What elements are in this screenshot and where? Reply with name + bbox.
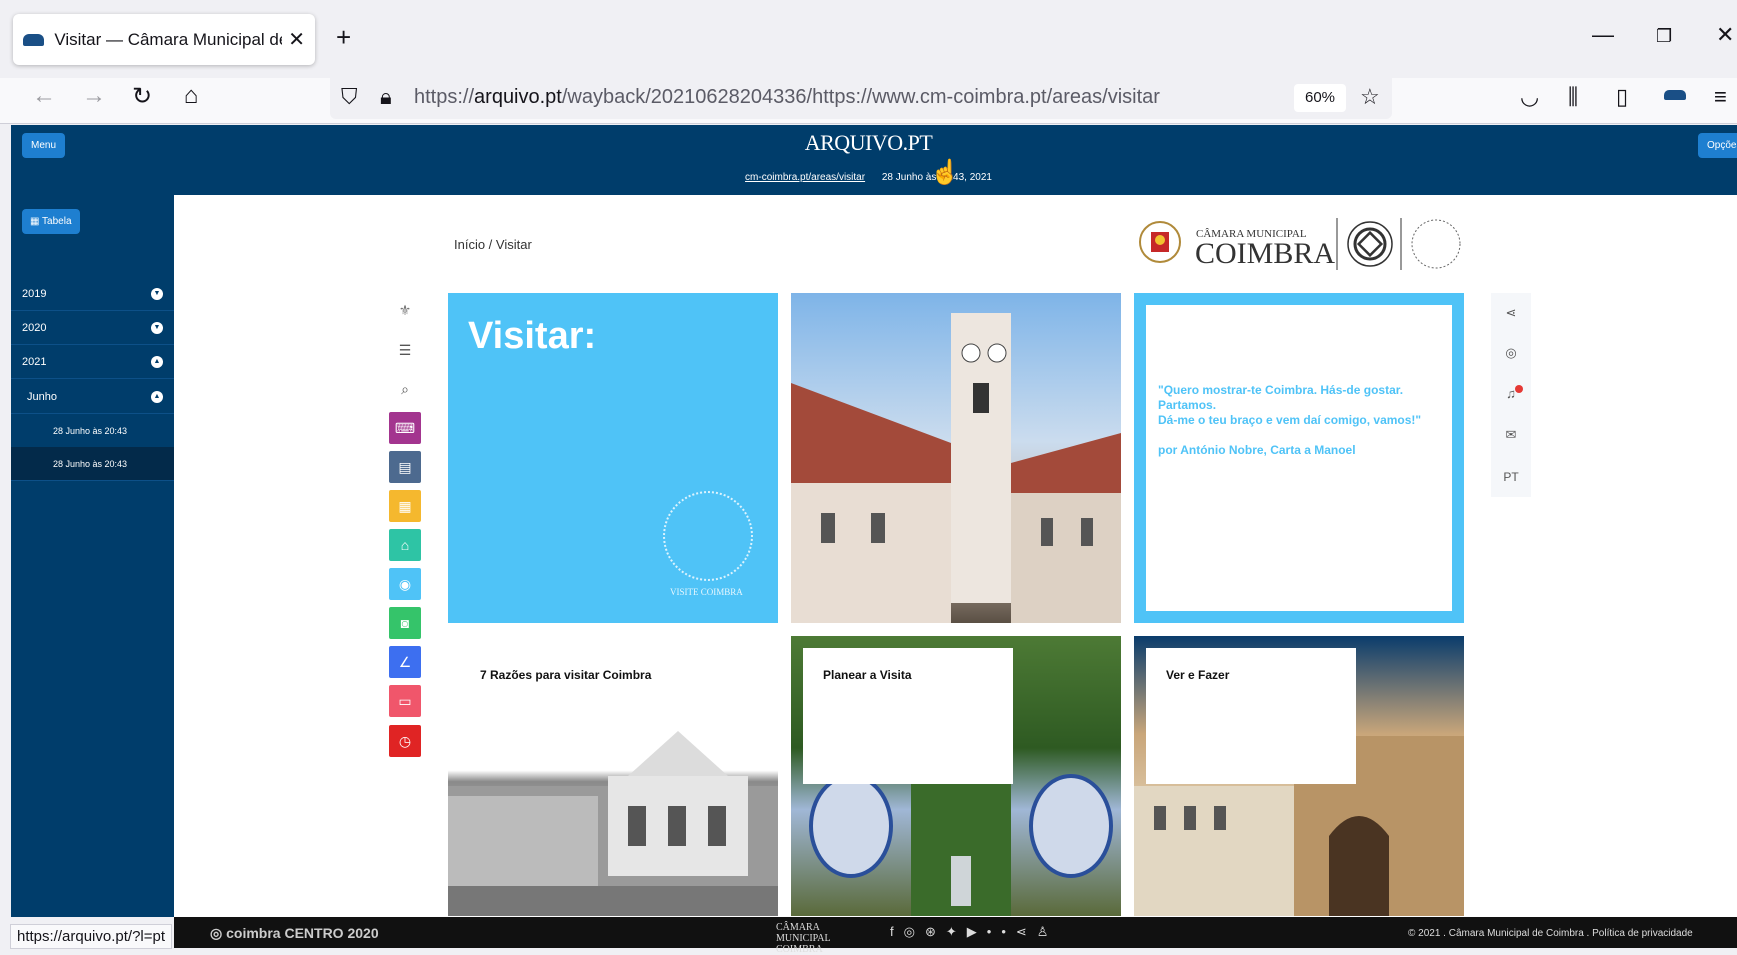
location-icon[interactable]: ◎ bbox=[904, 924, 925, 939]
home-icon[interactable]: ⌂ bbox=[175, 82, 207, 110]
bookmark-star-icon[interactable]: ☆ bbox=[1360, 84, 1380, 110]
logo-big-text: COIMBRA bbox=[1195, 237, 1335, 270]
notification-badge bbox=[1515, 385, 1523, 393]
quote-box: "Quero mostrar-te Coimbra. Hás-de gostar… bbox=[1146, 305, 1452, 611]
year-label: 2020 bbox=[22, 322, 47, 334]
chevron-down-icon: ▼ bbox=[151, 288, 163, 300]
facebook-icon[interactable]: f bbox=[890, 924, 904, 939]
house-icon[interactable]: ⌂ bbox=[389, 529, 421, 561]
location-pin-icon[interactable]: ◎ bbox=[1491, 345, 1531, 361]
reload-icon[interactable]: ↻ bbox=[126, 82, 158, 111]
card-title[interactable]: Ver e Fazer bbox=[1146, 648, 1356, 784]
sidebar-icon[interactable]: ▯ bbox=[1616, 84, 1628, 110]
year-label: 2019 bbox=[22, 288, 47, 300]
hamburger-icon[interactable]: ☰ bbox=[389, 334, 421, 366]
share-icon[interactable]: ⋖ bbox=[1016, 924, 1037, 939]
tab-close-icon[interactable]: ✕ bbox=[288, 27, 305, 52]
year-label: 2021 bbox=[22, 356, 47, 368]
flickr-icon[interactable]: ⊛ bbox=[925, 924, 946, 939]
quote-line: "Quero mostrar-te Coimbra. Hás-de gostar… bbox=[1158, 383, 1404, 397]
library-icon[interactable]: ⫼ bbox=[1568, 84, 1578, 110]
bus-icon[interactable]: ◙ bbox=[389, 607, 421, 639]
breadcrumb[interactable]: Início / Visitar bbox=[454, 237, 532, 252]
status-bar-url: https://arquivo.pt/?l=pt bbox=[10, 924, 173, 949]
mail-icon[interactable]: ✉ bbox=[1491, 427, 1531, 443]
restore-icon[interactable]: ❐ bbox=[1656, 26, 1672, 47]
university-tower-image bbox=[791, 293, 1121, 623]
calendar-icon[interactable]: ▦ bbox=[389, 490, 421, 522]
see-and-do-tile[interactable]: Ver e Fazer bbox=[1134, 636, 1464, 916]
extension-icon[interactable] bbox=[1664, 90, 1686, 100]
chevron-up-icon: ▲ bbox=[151, 356, 163, 368]
plan-visit-tile[interactable]: Planear a Visita bbox=[791, 636, 1121, 916]
card-title[interactable]: 7 Razões para visitar Coimbra bbox=[448, 636, 754, 776]
new-tab-button[interactable]: + bbox=[336, 22, 351, 53]
pocket-icon[interactable]: ◡ bbox=[1520, 84, 1539, 110]
search-icon[interactable]: ⌕ bbox=[389, 373, 421, 405]
camara-coimbra-logo[interactable]: CÂMARA MUNICIPAL COIMBRA bbox=[1134, 214, 1470, 274]
quote-tile: "Quero mostrar-te Coimbra. Hás-de gostar… bbox=[1134, 293, 1464, 623]
location-pin-icon[interactable]: ◉ bbox=[389, 568, 421, 600]
zoom-level[interactable]: 60% bbox=[1294, 84, 1346, 112]
archived-info: cm-coimbra.pt/areas/visitar 28 Junho às … bbox=[0, 172, 1737, 183]
youtube-icon[interactable]: ▶ bbox=[967, 924, 987, 939]
back-icon[interactable]: ← bbox=[28, 82, 60, 110]
hero-title: Visitar: bbox=[468, 315, 597, 357]
funding-logos: ◎ coimbra CENTRO 2020 bbox=[210, 925, 379, 941]
url-text[interactable]: https://arquivo.pt/wayback/2021062820433… bbox=[414, 86, 1160, 109]
dots-icon[interactable]: •• bbox=[987, 924, 1016, 939]
capture-item-active[interactable]: 28 Junho às 20:43 bbox=[11, 447, 174, 481]
quote-line: Partamos. bbox=[1158, 398, 1217, 412]
month-junho[interactable]: Junho ▲ bbox=[11, 380, 174, 414]
user-icon[interactable]: ♙ bbox=[1037, 924, 1059, 939]
share-icon[interactable]: ⋖ bbox=[1491, 305, 1531, 321]
keyboard-icon[interactable]: ⌨ bbox=[389, 412, 421, 444]
quote-spacer bbox=[1158, 428, 1440, 443]
clock-icon[interactable]: ◷ bbox=[389, 725, 421, 757]
month-label: Junho bbox=[27, 391, 57, 403]
chevron-down-icon: ▼ bbox=[151, 322, 163, 334]
hand-cursor-icon: ☝ bbox=[930, 159, 960, 186]
tab-title: Visitar — Câmara Municipal de Co bbox=[54, 29, 282, 49]
seal-text: VISITE COIMBRA bbox=[670, 587, 743, 597]
year-2020[interactable]: 2020 ▼ bbox=[11, 311, 174, 345]
social-icons: f◎⊛✦▶••⋖♙ bbox=[780, 924, 1058, 940]
tab-favicon-icon bbox=[23, 33, 45, 46]
quote-author: por António Nobre, Carta a Manoel bbox=[1158, 443, 1356, 457]
options-button[interactable]: Opções bbox=[1698, 133, 1737, 158]
visite-coimbra-seal-icon bbox=[663, 491, 753, 581]
document-icon[interactable]: ▤ bbox=[389, 451, 421, 483]
quote-line: Dá-me o teu braço e vem daí comigo, vamo… bbox=[1158, 413, 1422, 427]
app-menu-icon[interactable]: ≡ bbox=[1714, 84, 1727, 110]
shield-icon[interactable]: ⛉ bbox=[341, 84, 358, 110]
browser-tab[interactable]: Visitar — Câmara Municipal de Co ✕ bbox=[13, 14, 315, 65]
twitter-icon[interactable]: ✦ bbox=[946, 924, 967, 939]
bell-icon[interactable]: ♫ bbox=[1491, 386, 1531, 401]
folder-icon[interactable]: ▭ bbox=[389, 685, 421, 717]
lock-icon[interactable]: 🔒︎ bbox=[380, 84, 392, 110]
tower-illustration bbox=[791, 313, 1121, 623]
year-2021[interactable]: 2021 ▲ bbox=[11, 345, 174, 379]
card-title[interactable]: Planear a Visita bbox=[803, 648, 1013, 784]
table-view-button[interactable]: ▦ Tabela bbox=[22, 209, 80, 234]
year-2019[interactable]: 2019 ▼ bbox=[11, 277, 174, 311]
coat-of-arms-icon[interactable]: ⚜ bbox=[389, 294, 421, 326]
reasons-tile[interactable]: 7 Razões para visitar Coimbra bbox=[448, 636, 778, 916]
chart-icon[interactable]: ∠ bbox=[389, 646, 421, 678]
window-close-icon[interactable]: ✕ bbox=[1716, 22, 1734, 48]
copyright-text[interactable]: © 2021 . Câmara Municipal de Coimbra . P… bbox=[1408, 928, 1693, 939]
forward-icon[interactable]: → bbox=[78, 82, 110, 110]
arquivo-logo[interactable]: ARQUIVO.PT bbox=[0, 130, 1737, 156]
visit-hero-tile: Visitar: VISITE COIMBRA bbox=[448, 293, 778, 623]
archived-url-link[interactable]: cm-coimbra.pt/areas/visitar bbox=[745, 172, 865, 183]
minimize-icon[interactable]: — bbox=[1592, 22, 1614, 48]
capture-item[interactable]: 28 Junho às 20:43 bbox=[11, 414, 174, 448]
chevron-up-icon: ▲ bbox=[151, 391, 163, 403]
language-selector[interactable]: PT bbox=[1491, 470, 1531, 484]
